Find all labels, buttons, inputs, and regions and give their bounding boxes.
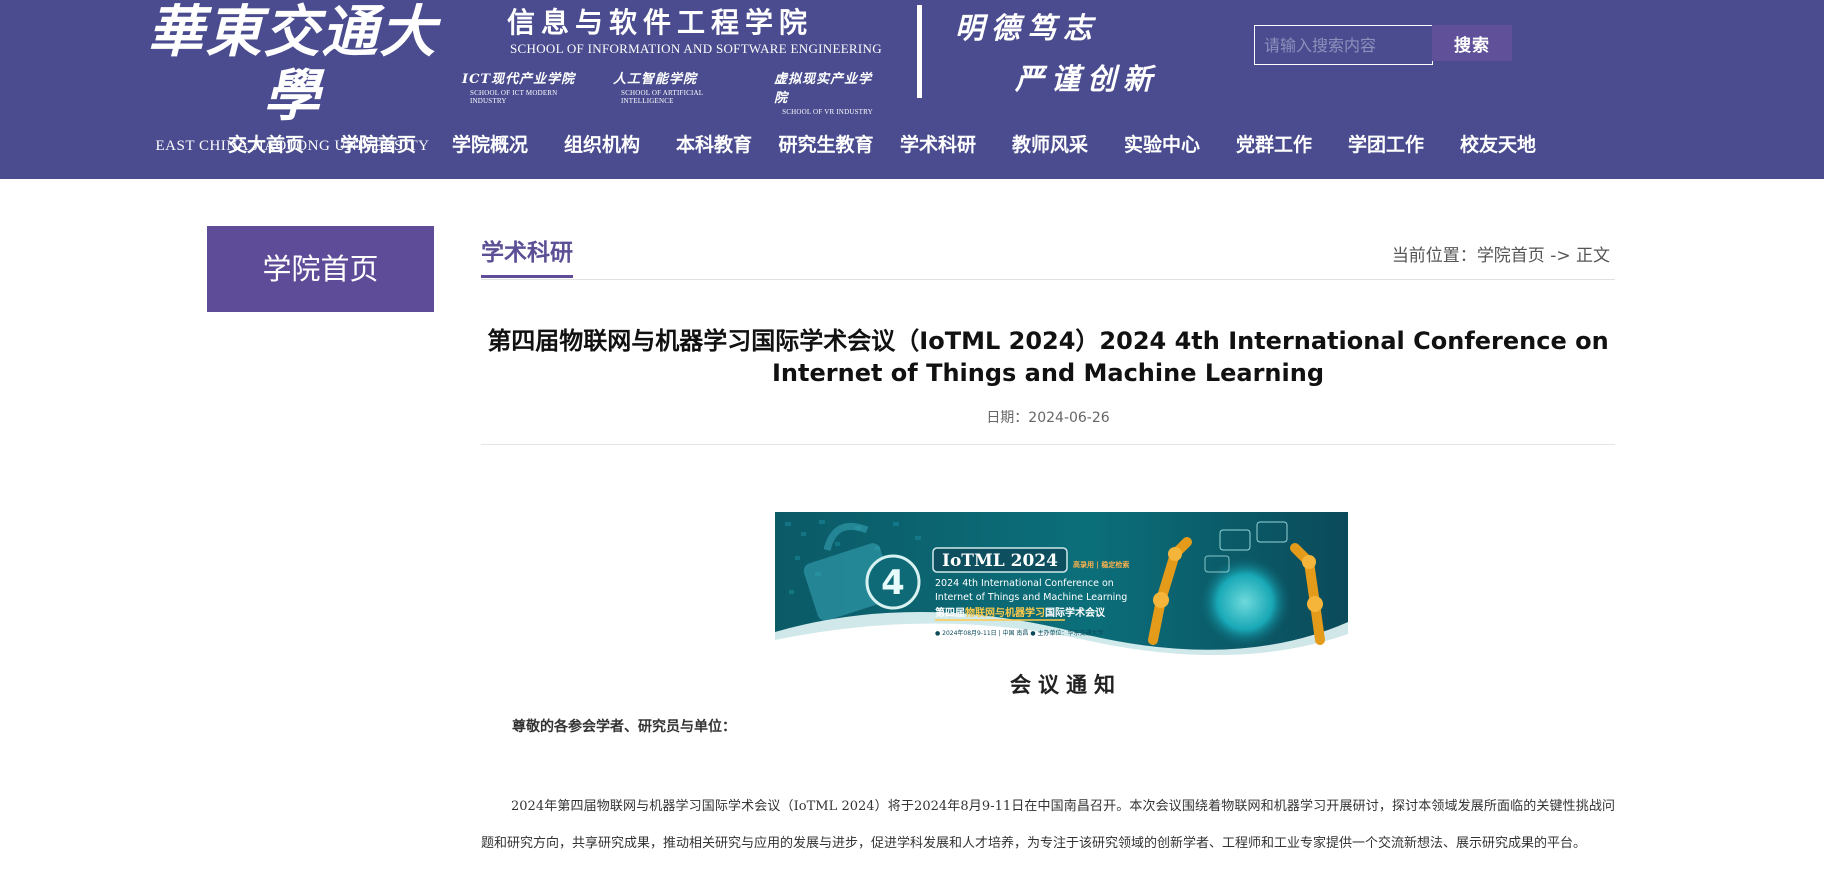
banner-title: IoTML 2024 xyxy=(942,551,1058,571)
article-date: 日期：2024-06-26 xyxy=(986,410,1110,426)
conference-banner-image: 4 IoTML 2024 高录用 | 稳定检索 2024 4th Interna… xyxy=(775,512,1348,655)
sub-school-name-en: SCHOOL OF ICT MODERN INDUSTRY xyxy=(470,89,558,105)
conference-banner: 4 IoTML 2024 高录用 | 稳定检索 2024 4th Interna… xyxy=(775,512,1348,655)
main-nav: 交大首页 学院首页 学院概况 组织机构 本科教育 研究生教育 学术科研 教师风采… xyxy=(210,130,1570,160)
banner-footer: ● 2024年08月9-11日 | 中国 南昌 ● 主办单位：华东交通大学 xyxy=(935,629,1103,637)
nav-item-alumni[interactable]: 校友天地 xyxy=(1442,130,1554,160)
motto: 明德笃志 严谨创新 xyxy=(955,8,1159,99)
banner-line-3-post: 国际学术会议 xyxy=(1045,606,1106,619)
sidebar-title[interactable]: 学院首页 xyxy=(207,226,434,312)
sub-school-name-cn: 虚拟现实产业学院 xyxy=(774,72,873,106)
nav-item-faculty[interactable]: 教师风采 xyxy=(994,130,1106,160)
banner-line-2: Internet of Things and Machine Learning xyxy=(935,592,1127,603)
breadcrumb-current: 正文 xyxy=(1576,246,1610,266)
breadcrumb-prefix: 当前位置： xyxy=(1391,246,1477,266)
banner-tag: 高录用 | 稳定检索 xyxy=(1073,560,1129,570)
article-title: 第四届物联网与机器学习国际学术会议（IoTML 2024）2024 4th In… xyxy=(487,327,1609,387)
sub-school-name-cn: 人工智能学院 xyxy=(613,72,698,87)
search-button[interactable]: 搜索 xyxy=(1432,25,1512,61)
notice-salutation: 尊敬的各参会学者、研究员与单位： xyxy=(512,719,736,735)
banner-line-3: 第四届物联网与机器学习国际学术会议 xyxy=(935,606,1106,619)
nav-item-research[interactable]: 学术科研 xyxy=(882,130,994,160)
sub-schools: ICT现代产业学院 SCHOOL OF ICT MODERN INDUSTRY … xyxy=(462,68,882,116)
nav-item-party[interactable]: 党群工作 xyxy=(1218,130,1330,160)
nav-item-ecjtu-home[interactable]: 交大首页 xyxy=(210,130,322,160)
section-header: 学术科研 当前位置：学院首页 -> 正文 xyxy=(481,237,1615,280)
nav-item-graduate[interactable]: 研究生教育 xyxy=(770,130,882,160)
banner-line-3-pre: 第四届 xyxy=(935,606,965,619)
breadcrumb-home-link[interactable]: 学院首页 xyxy=(1477,246,1545,266)
banner-line-1: 2024 4th International Conference on xyxy=(935,578,1114,589)
nav-item-undergraduate[interactable]: 本科教育 xyxy=(658,130,770,160)
nav-item-school-home[interactable]: 学院首页 xyxy=(322,130,434,160)
breadcrumb: 当前位置：学院首页 -> 正文 xyxy=(1392,243,1610,269)
sub-school-name-cn: ICT现代产业学院 xyxy=(462,72,576,87)
school-name-en: SCHOOL OF INFORMATION AND SOFTWARE ENGIN… xyxy=(510,41,882,56)
site-header: 華東交通大學 EAST CHINA JIAOTONG UNIVERSITY 信息… xyxy=(0,0,1824,179)
banner-line-3-highlight: 物联网与机器学习 xyxy=(965,606,1045,619)
notice-caption: 会议通知 xyxy=(1010,672,1122,697)
nav-item-organization[interactable]: 组织机构 xyxy=(546,130,658,160)
sub-school-vr: 虚拟现实产业学院 SCHOOL OF VR INDUSTRY xyxy=(774,68,882,116)
header-divider xyxy=(917,5,922,98)
school-logo[interactable]: 信息与软件工程学院 SCHOOL OF INFORMATION AND SOFT… xyxy=(462,6,882,116)
search-input[interactable] xyxy=(1254,25,1433,65)
title-divider xyxy=(481,444,1615,445)
notice-paragraph: 2024年第四届物联网与机器学习国际学术会议（IoTML 2024）将于2024… xyxy=(481,799,1615,851)
nav-item-overview[interactable]: 学院概况 xyxy=(434,130,546,160)
sub-school-ai: 人工智能学院 SCHOOL OF ARTIFICIAL INTELLIGENCE xyxy=(613,68,752,116)
motto-line-1: 明德笃志 xyxy=(955,11,1100,45)
university-name-cn: 華東交通大學 xyxy=(147,0,438,129)
nav-item-lab-center[interactable]: 实验中心 xyxy=(1106,130,1218,160)
breadcrumb-separator: -> xyxy=(1544,246,1576,266)
sub-school-ict: ICT现代产业学院 SCHOOL OF ICT MODERN INDUSTRY xyxy=(462,68,591,116)
section-title: 学术科研 xyxy=(481,237,573,278)
banner-number: 4 xyxy=(881,563,905,603)
sub-school-name-en: SCHOOL OF VR INDUSTRY xyxy=(782,108,873,116)
sub-school-name-en: SCHOOL OF ARTIFICIAL INTELLIGENCE xyxy=(621,89,704,105)
motto-line-2: 严谨创新 xyxy=(1015,62,1160,96)
nav-item-student-affairs[interactable]: 学团工作 xyxy=(1330,130,1442,160)
school-name-cn: 信息与软件工程学院 xyxy=(507,6,814,39)
